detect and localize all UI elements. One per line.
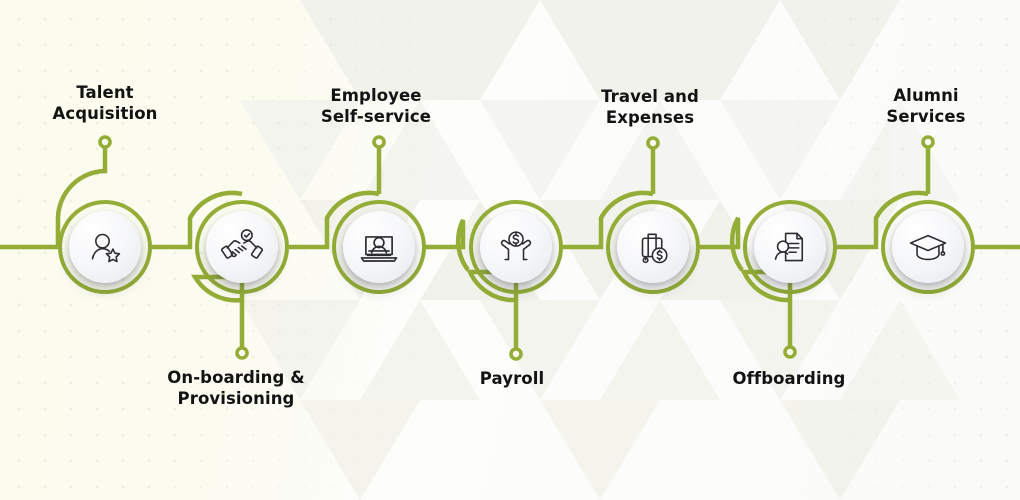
graduation-cap-icon [907, 226, 949, 268]
step-endpoint-dot-alumni-services [921, 135, 935, 149]
step-endpoint-dot-offboarding [783, 345, 797, 359]
person-document-icon [769, 226, 811, 268]
step-endpoint-dot-talent-acquisition [98, 135, 112, 149]
step-icon-disc-payroll[interactable] [480, 211, 552, 283]
step-endpoint-dot-onboarding-provisioning [235, 346, 249, 360]
step-endpoint-dot-travel-and-expenses [646, 136, 660, 150]
step-icon-disc-talent-acquisition[interactable] [69, 211, 141, 283]
hands-coin-icon [495, 226, 537, 268]
step-icon-disc-offboarding[interactable] [754, 211, 826, 283]
step-label-offboarding: Offboarding [732, 369, 846, 388]
step-icon-disc-alumni-services[interactable] [892, 211, 964, 283]
step-icon-disc-employee-self-service[interactable] [343, 211, 415, 283]
step-icon-disc-onboarding-provisioning[interactable] [206, 211, 278, 283]
suitcase-dollar-icon [632, 226, 674, 268]
infographic-canvas: Talent Acquisition On-boarding & Provisi… [0, 0, 1020, 500]
step-endpoint-dot-payroll [509, 347, 523, 361]
person-star-icon [85, 227, 125, 267]
handshake-check-icon [221, 226, 263, 268]
step-icon-disc-travel-and-expenses[interactable] [617, 211, 689, 283]
step-label-alumni-services: Alumni Services [886, 86, 966, 127]
process-flow: Talent Acquisition On-boarding & Provisi… [0, 0, 1020, 500]
laptop-user-icon [358, 226, 400, 268]
step-endpoint-dot-employee-self-service [372, 135, 386, 149]
